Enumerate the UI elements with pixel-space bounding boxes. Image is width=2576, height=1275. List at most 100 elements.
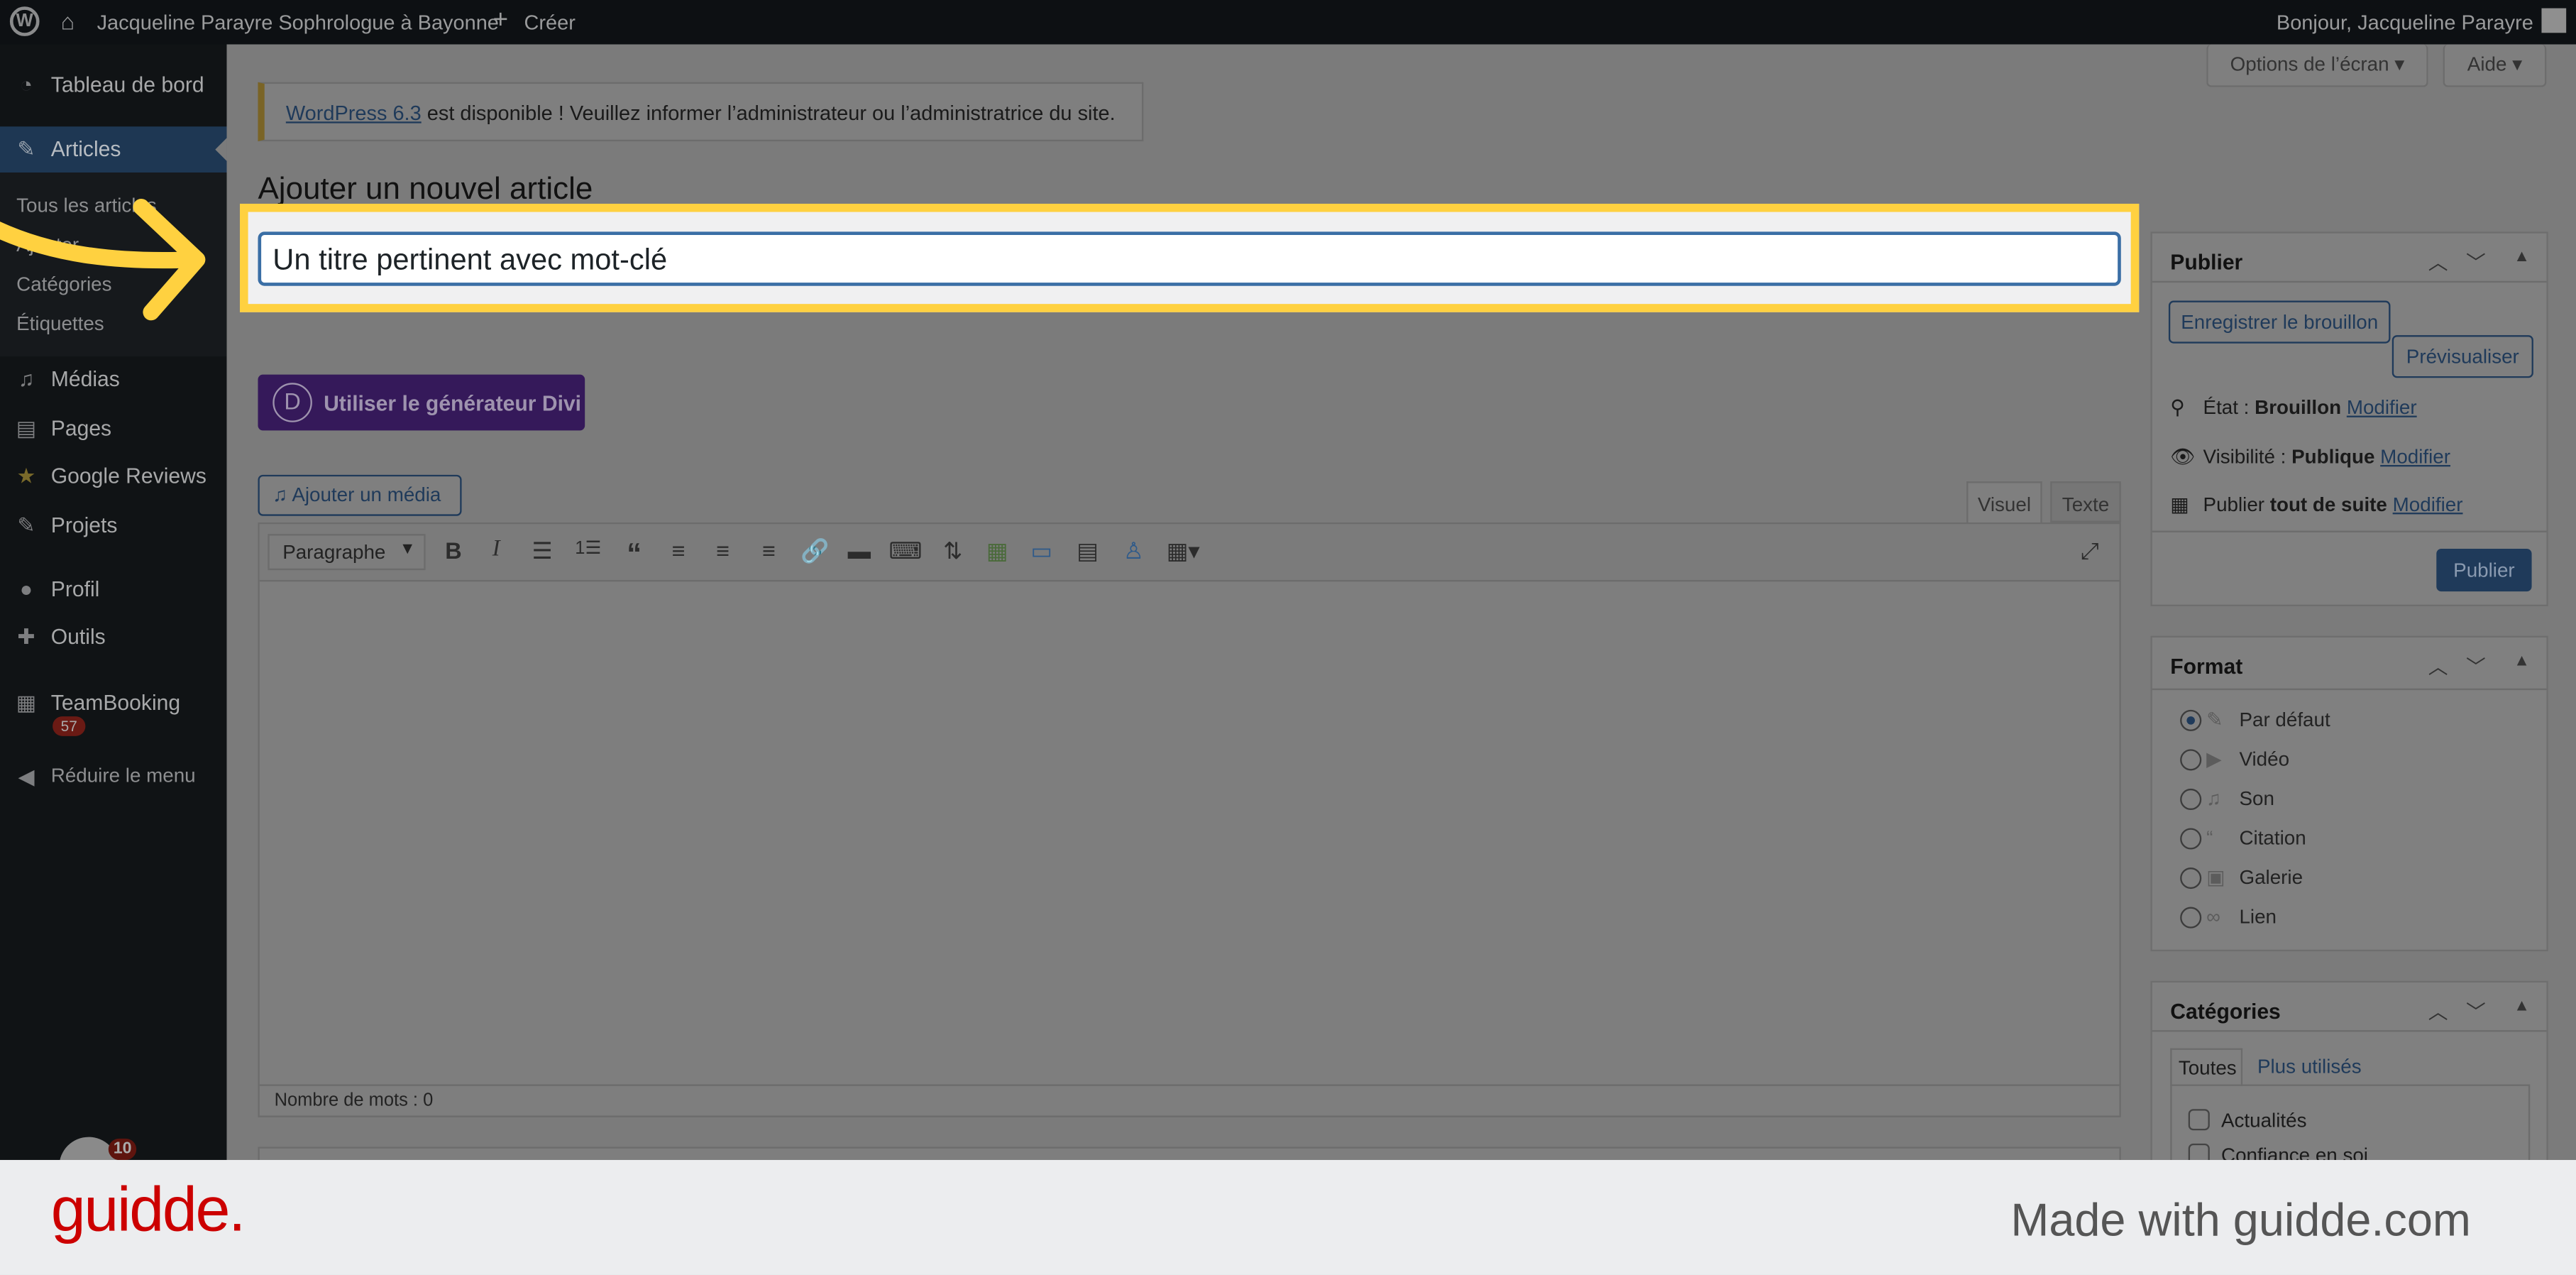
update-link[interactable]: WordPress 6.3 [286, 102, 422, 124]
save-draft-button[interactable]: Enregistrer le brouillon [2168, 300, 2391, 344]
sidebar-item-articles[interactable]: ✎ Articles [0, 126, 227, 173]
music-icon: ♫ [2206, 787, 2222, 810]
calendar-icon: ▦ [16, 690, 37, 715]
sidebar-item-dashboard[interactable]: ◔ Tableau de bord [0, 62, 226, 109]
tab-all-categories[interactable]: Toutes [2170, 1048, 2243, 1086]
sidebar-item-teambooking[interactable]: ▦ TeamBooking 57 [0, 680, 226, 746]
format-select[interactable]: Paragraphe ▼ [268, 534, 426, 571]
word-count: Nombre de mots : 0 [259, 1084, 2120, 1117]
chevron-down-icon: ▼ [399, 540, 416, 559]
video-icon: ▶ [2206, 748, 2222, 771]
tab-visual[interactable]: Visuel [1966, 481, 2042, 525]
align-right-icon[interactable]: ≡ [752, 537, 785, 564]
format-radio-default[interactable] [2180, 709, 2202, 731]
notification-badge: 57 [53, 716, 86, 736]
pin-icon: ✎ [17, 136, 35, 161]
numbered-list-icon[interactable]: 1☰ [572, 537, 605, 559]
move-down-icon[interactable]: ﹀ [2466, 652, 2486, 680]
fullscreen-icon[interactable]: ⤢ [2074, 537, 2106, 565]
format-radio-video[interactable] [2180, 749, 2202, 771]
pin-icon: ✎ [2206, 708, 2223, 731]
sidebar-item-projects[interactable]: ✎ Projets [0, 503, 226, 549]
move-down-icon[interactable]: ﹀ [2466, 248, 2486, 275]
add-media-button[interactable]: ♫ Ajouter un média [258, 474, 462, 516]
toolbar-toggle-icon[interactable]: ⌨ [888, 537, 922, 565]
sidebar-item-tools[interactable]: ✚ Outils [0, 615, 226, 661]
collapse-toggle-icon[interactable]: ▲ [2514, 248, 2530, 266]
modify-schedule-link[interactable]: Modifier [2393, 493, 2463, 515]
blockquote-icon[interactable]: “ [617, 537, 650, 572]
format-box: Format ︿ ﹀ ▲ ✎ Par défaut ▶ Vidéo ♫ Son “ Ci… [2150, 635, 2548, 952]
sidebar-item-pages[interactable]: ▤ Pages [0, 406, 226, 452]
format-title: Format [2170, 654, 2243, 679]
bold-icon[interactable]: B [437, 537, 470, 564]
collapse-menu-button[interactable]: ◀ Réduire le menu [0, 754, 226, 800]
divi-button-label: Utiliser le générateur Divi [324, 390, 582, 416]
move-up-icon[interactable]: ︿ [2428, 997, 2448, 1025]
guidde-footer: guidde. Made with guidde.com [0, 1159, 2576, 1275]
format-radio-audio[interactable] [2180, 788, 2202, 810]
format-select-value: Paragraphe [282, 540, 386, 564]
key-icon: ⚲ [2170, 395, 2185, 420]
sidebar-item-profile[interactable]: ● Profil [0, 567, 226, 613]
media-icon: ♫ [273, 483, 292, 506]
tab-text[interactable]: Texte [2050, 481, 2121, 522]
help-label: Aide [2467, 53, 2507, 76]
collapse-toggle-icon[interactable]: ▲ [2514, 997, 2530, 1015]
category-checkbox[interactable] [2188, 1109, 2210, 1131]
current-arrow [215, 138, 227, 161]
dashboard-icon: ◔ [19, 72, 33, 97]
wordpress-logo-icon[interactable]: W [9, 6, 40, 36]
admin-bar: W ⌂ Jacqueline Parayre Sophrologue à Bay… [0, 0, 2576, 45]
read-more-icon[interactable]: ▬ [843, 537, 876, 564]
user-icon: ● [19, 576, 33, 602]
media-icon: ♫ [18, 366, 35, 391]
align-left-icon[interactable]: ≡ [662, 537, 695, 564]
move-up-icon[interactable]: ︿ [2428, 652, 2448, 680]
pin-icon: ✎ [17, 513, 35, 537]
create-link[interactable]: Créer [524, 11, 576, 34]
plus-icon: + [492, 6, 509, 35]
format-radio-quote[interactable] [2180, 828, 2202, 850]
italic-icon[interactable]: I [480, 537, 512, 564]
format-radio-gallery[interactable] [2180, 868, 2202, 890]
bullet-list-icon[interactable]: ☰ [526, 537, 558, 565]
preview-button[interactable]: Prévisualiser [2391, 335, 2533, 378]
link-icon[interactable]: 🔗 [798, 537, 831, 565]
move-up-icon[interactable]: ︿ [2428, 248, 2448, 275]
wrench-icon: ✚ [17, 624, 35, 650]
layout-icon[interactable]: ▦ [981, 537, 1013, 565]
home-icon[interactable]: ⌂ [61, 9, 75, 35]
tab-most-used[interactable]: Plus utilisés [2257, 1055, 2362, 1078]
divi-builder-button[interactable]: D Utiliser le générateur Divi [258, 374, 585, 431]
format-label: Son [2239, 787, 2274, 810]
modify-visibility-link[interactable]: Modifier [2380, 445, 2450, 468]
modify-status-link[interactable]: Modifier [2347, 396, 2417, 419]
category-label: Actualités [2221, 1109, 2307, 1132]
site-name-link[interactable]: Jacqueline Parayre Sophrologue à Bayonne [97, 11, 499, 34]
title-input[interactable]: Un titre pertinent avec mot-clé [258, 231, 2121, 286]
collapse-toggle-icon[interactable]: ▲ [2514, 652, 2530, 670]
avatar[interactable] [2541, 8, 2567, 33]
format-label: Par défaut [2239, 708, 2330, 731]
help-button[interactable]: Aide ▾ [2443, 44, 2547, 87]
list-icon[interactable]: ▤ [1071, 537, 1103, 565]
calendar-icon[interactable]: ▦▾ [1167, 537, 1200, 565]
publish-title: Publier [2170, 249, 2243, 275]
sidebar-item-google-reviews[interactable]: ★ Google Reviews [0, 454, 226, 500]
move-down-icon[interactable]: ﹀ [2466, 997, 2486, 1025]
screen-options-button[interactable]: Options de l’écran ▾ [2206, 44, 2428, 87]
greeting-link[interactable]: Bonjour, Jacqueline Parayre [2277, 11, 2533, 34]
align-center-icon[interactable]: ≡ [706, 537, 739, 564]
format-label: Galerie [2239, 865, 2303, 890]
sidebar-item-media[interactable]: ♫ Médias [0, 356, 226, 403]
editor-box: Nombre de mots : 0 [258, 522, 2121, 1117]
gallery-icon: ▣ [2206, 865, 2225, 890]
format-label: Citation [2239, 826, 2306, 850]
publish-button[interactable]: Publier [2436, 549, 2532, 592]
button-icon[interactable]: ▭ [1025, 537, 1058, 565]
format-radio-link[interactable] [2180, 907, 2202, 929]
visibility-label: Visibilité : [2203, 445, 2292, 469]
person-icon[interactable]: ♙ [1117, 537, 1150, 565]
shortcode-icon[interactable]: ⇅ [937, 537, 969, 565]
